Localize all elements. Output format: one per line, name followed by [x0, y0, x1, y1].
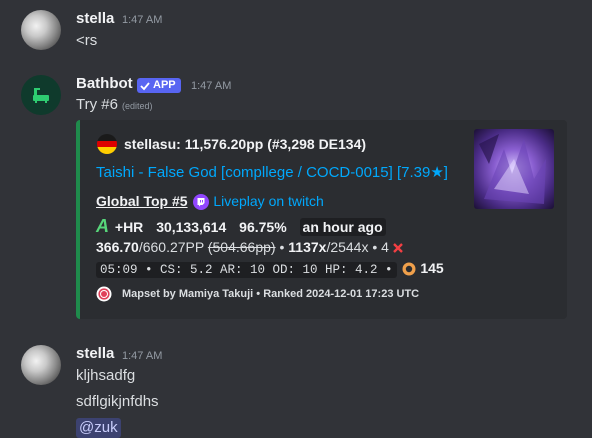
message-text: Try #6 (edited) — [76, 95, 152, 116]
pp-value: 366.70 — [96, 239, 139, 255]
bathtub-icon — [33, 88, 49, 103]
osu-icon — [96, 286, 112, 302]
timestamp: 1:47 AM — [122, 350, 163, 362]
global-top-label[interactable]: Global Top #5 — [96, 193, 188, 209]
thumbnail-image — [474, 129, 554, 209]
max-combo: /2544x — [326, 239, 369, 255]
timestamp: 1:47 AM — [191, 80, 232, 92]
twitch-icon — [193, 194, 210, 211]
message-text: <rs — [76, 32, 98, 49]
bot-username[interactable]: Bathbot — [76, 75, 133, 93]
avatar[interactable] — [21, 10, 61, 50]
liveplay-link[interactable]: Liveplay on twitch — [213, 193, 324, 209]
grade-icon: A — [96, 216, 109, 236]
check-icon — [140, 81, 150, 90]
message-text: sdflgikjnfdhs — [76, 393, 159, 410]
score: 30,133,614 — [156, 219, 227, 235]
footer-text: Mapset by Mamiya Takuji • Ranked 2024-12… — [122, 288, 420, 300]
rank-line: Global Top #5 Liveplay on twitch — [96, 192, 324, 211]
message-text: kljhsadfg — [76, 367, 136, 384]
score-embed: stellasu: 11,576.20pp (#3,298 DE134) Tai… — [76, 120, 567, 319]
map-thumbnail[interactable] — [474, 129, 554, 209]
pp-if-fc: (504.66pp) — [207, 239, 276, 255]
map-stats: 05:09 • CS: 5.2 AR: 10 OD: 10 HP: 4.2 • — [96, 262, 397, 278]
embed-footer: Mapset by Mamiya Takuji • Ranked 2024-12… — [96, 286, 419, 302]
accuracy: 96.75% — [239, 219, 287, 235]
time-ago: an hour ago — [299, 218, 386, 236]
username[interactable]: stella — [76, 345, 114, 363]
avatar[interactable] — [21, 345, 61, 385]
germany-flag-icon — [97, 134, 117, 154]
map-stats-line: 05:09 • CS: 5.2 AR: 10 OD: 10 HP: 4.2 • … — [96, 259, 444, 279]
bpm-value: 145 — [420, 260, 444, 276]
app-badge: APP — [137, 78, 181, 93]
pp-max: /660.27PP — [138, 239, 204, 255]
bot-message: Try #6 — [76, 96, 118, 113]
pp-line: 366.70/660.27PP (504.66pp) • 1137x/2544x… — [96, 238, 403, 256]
user-mention[interactable]: @zuk — [76, 418, 121, 438]
username[interactable]: stella — [76, 10, 114, 28]
combo: 1137x — [288, 239, 327, 255]
edited-label: (edited) — [121, 101, 153, 111]
embed-author[interactable]: stellasu: 11,576.20pp (#3,298 DE134) — [124, 134, 366, 154]
bpm-icon — [402, 262, 416, 276]
embed-title-link[interactable]: Taishi - False God [compllege / COCD-001… — [96, 163, 448, 183]
miss-count: • 4 — [372, 239, 389, 255]
mods: +HR — [114, 219, 144, 235]
bot-avatar[interactable] — [21, 75, 61, 115]
score-line: A +HR 30,133,614 96.75% an hour ago — [96, 217, 386, 236]
timestamp: 1:47 AM — [122, 14, 163, 26]
app-badge-label: APP — [153, 79, 176, 91]
miss-x-icon — [392, 243, 403, 254]
